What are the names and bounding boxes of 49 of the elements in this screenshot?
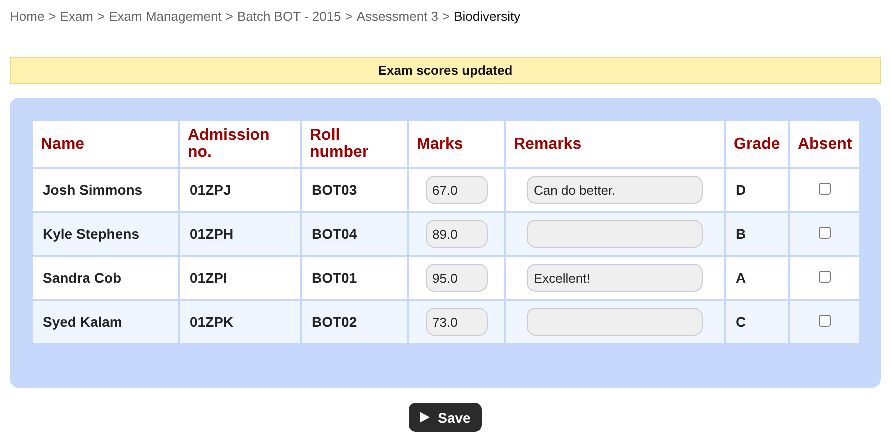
breadcrumb-separator: > bbox=[226, 8, 234, 24]
notice-banner: Exam scores updated bbox=[10, 57, 881, 84]
column-header: Marks bbox=[408, 120, 505, 168]
absent-checkbox[interactable] bbox=[818, 227, 830, 239]
breadcrumb-link[interactable]: Home bbox=[10, 8, 45, 24]
remarks-field[interactable]: Excellent! bbox=[527, 264, 703, 292]
table-cell: BOT04 bbox=[301, 212, 408, 256]
table-cell: 01ZPI bbox=[179, 256, 301, 300]
column-header: Roll number bbox=[301, 120, 408, 168]
table-cell: 01ZPH bbox=[179, 212, 301, 256]
table-cell: BOT01 bbox=[301, 256, 408, 300]
marks-field[interactable]: 73.0 bbox=[426, 308, 488, 336]
column-header: Absent bbox=[789, 120, 860, 168]
table-cell: Syed Kalam bbox=[32, 300, 179, 344]
breadcrumb-link[interactable]: Exam Management bbox=[109, 8, 222, 24]
breadcrumb-link[interactable]: Batch BOT - 2015 bbox=[237, 8, 342, 24]
absent-checkbox[interactable] bbox=[818, 183, 830, 195]
breadcrumb-current: Biodiversity bbox=[454, 8, 521, 24]
remarks-field[interactable]: Can do better. bbox=[527, 176, 703, 204]
table-cell: A bbox=[725, 256, 789, 300]
breadcrumb-link[interactable]: Exam bbox=[60, 8, 94, 24]
table-cell: 01ZPK bbox=[179, 300, 301, 344]
breadcrumb-link[interactable]: Assessment 3 bbox=[356, 8, 439, 24]
remarks-field[interactable] bbox=[527, 220, 703, 248]
table-cell: Josh Simmons bbox=[32, 168, 179, 212]
marks-field[interactable]: 89.0 bbox=[426, 220, 488, 248]
column-header: Admission no. bbox=[179, 120, 301, 168]
absent-checkbox[interactable] bbox=[818, 271, 830, 283]
column-header: Grade bbox=[725, 120, 789, 168]
breadcrumb-separator: > bbox=[442, 8, 450, 24]
marks-field[interactable]: 95.0 bbox=[426, 264, 488, 292]
table-cell: BOT02 bbox=[301, 300, 408, 344]
table-cell: C bbox=[725, 300, 789, 344]
table-cell: 01ZPJ bbox=[179, 168, 301, 212]
table-cell: BOT03 bbox=[301, 168, 408, 212]
remarks-field[interactable] bbox=[527, 308, 703, 336]
table-cell: Kyle Stephens bbox=[32, 212, 179, 256]
play-icon bbox=[420, 412, 430, 423]
breadcrumb-separator: > bbox=[48, 8, 56, 24]
column-header: Remarks bbox=[505, 120, 725, 168]
table-cell: D bbox=[725, 168, 789, 212]
column-header: Name bbox=[32, 120, 179, 168]
breadcrumb-separator: > bbox=[98, 8, 106, 24]
table-cell: B bbox=[725, 212, 789, 256]
marks-field[interactable]: 67.0 bbox=[426, 176, 488, 204]
absent-checkbox[interactable] bbox=[818, 315, 830, 327]
save-button[interactable]: Save bbox=[409, 403, 482, 432]
breadcrumb-separator: > bbox=[345, 8, 353, 24]
table-cell: Sandra Cob bbox=[32, 256, 179, 300]
